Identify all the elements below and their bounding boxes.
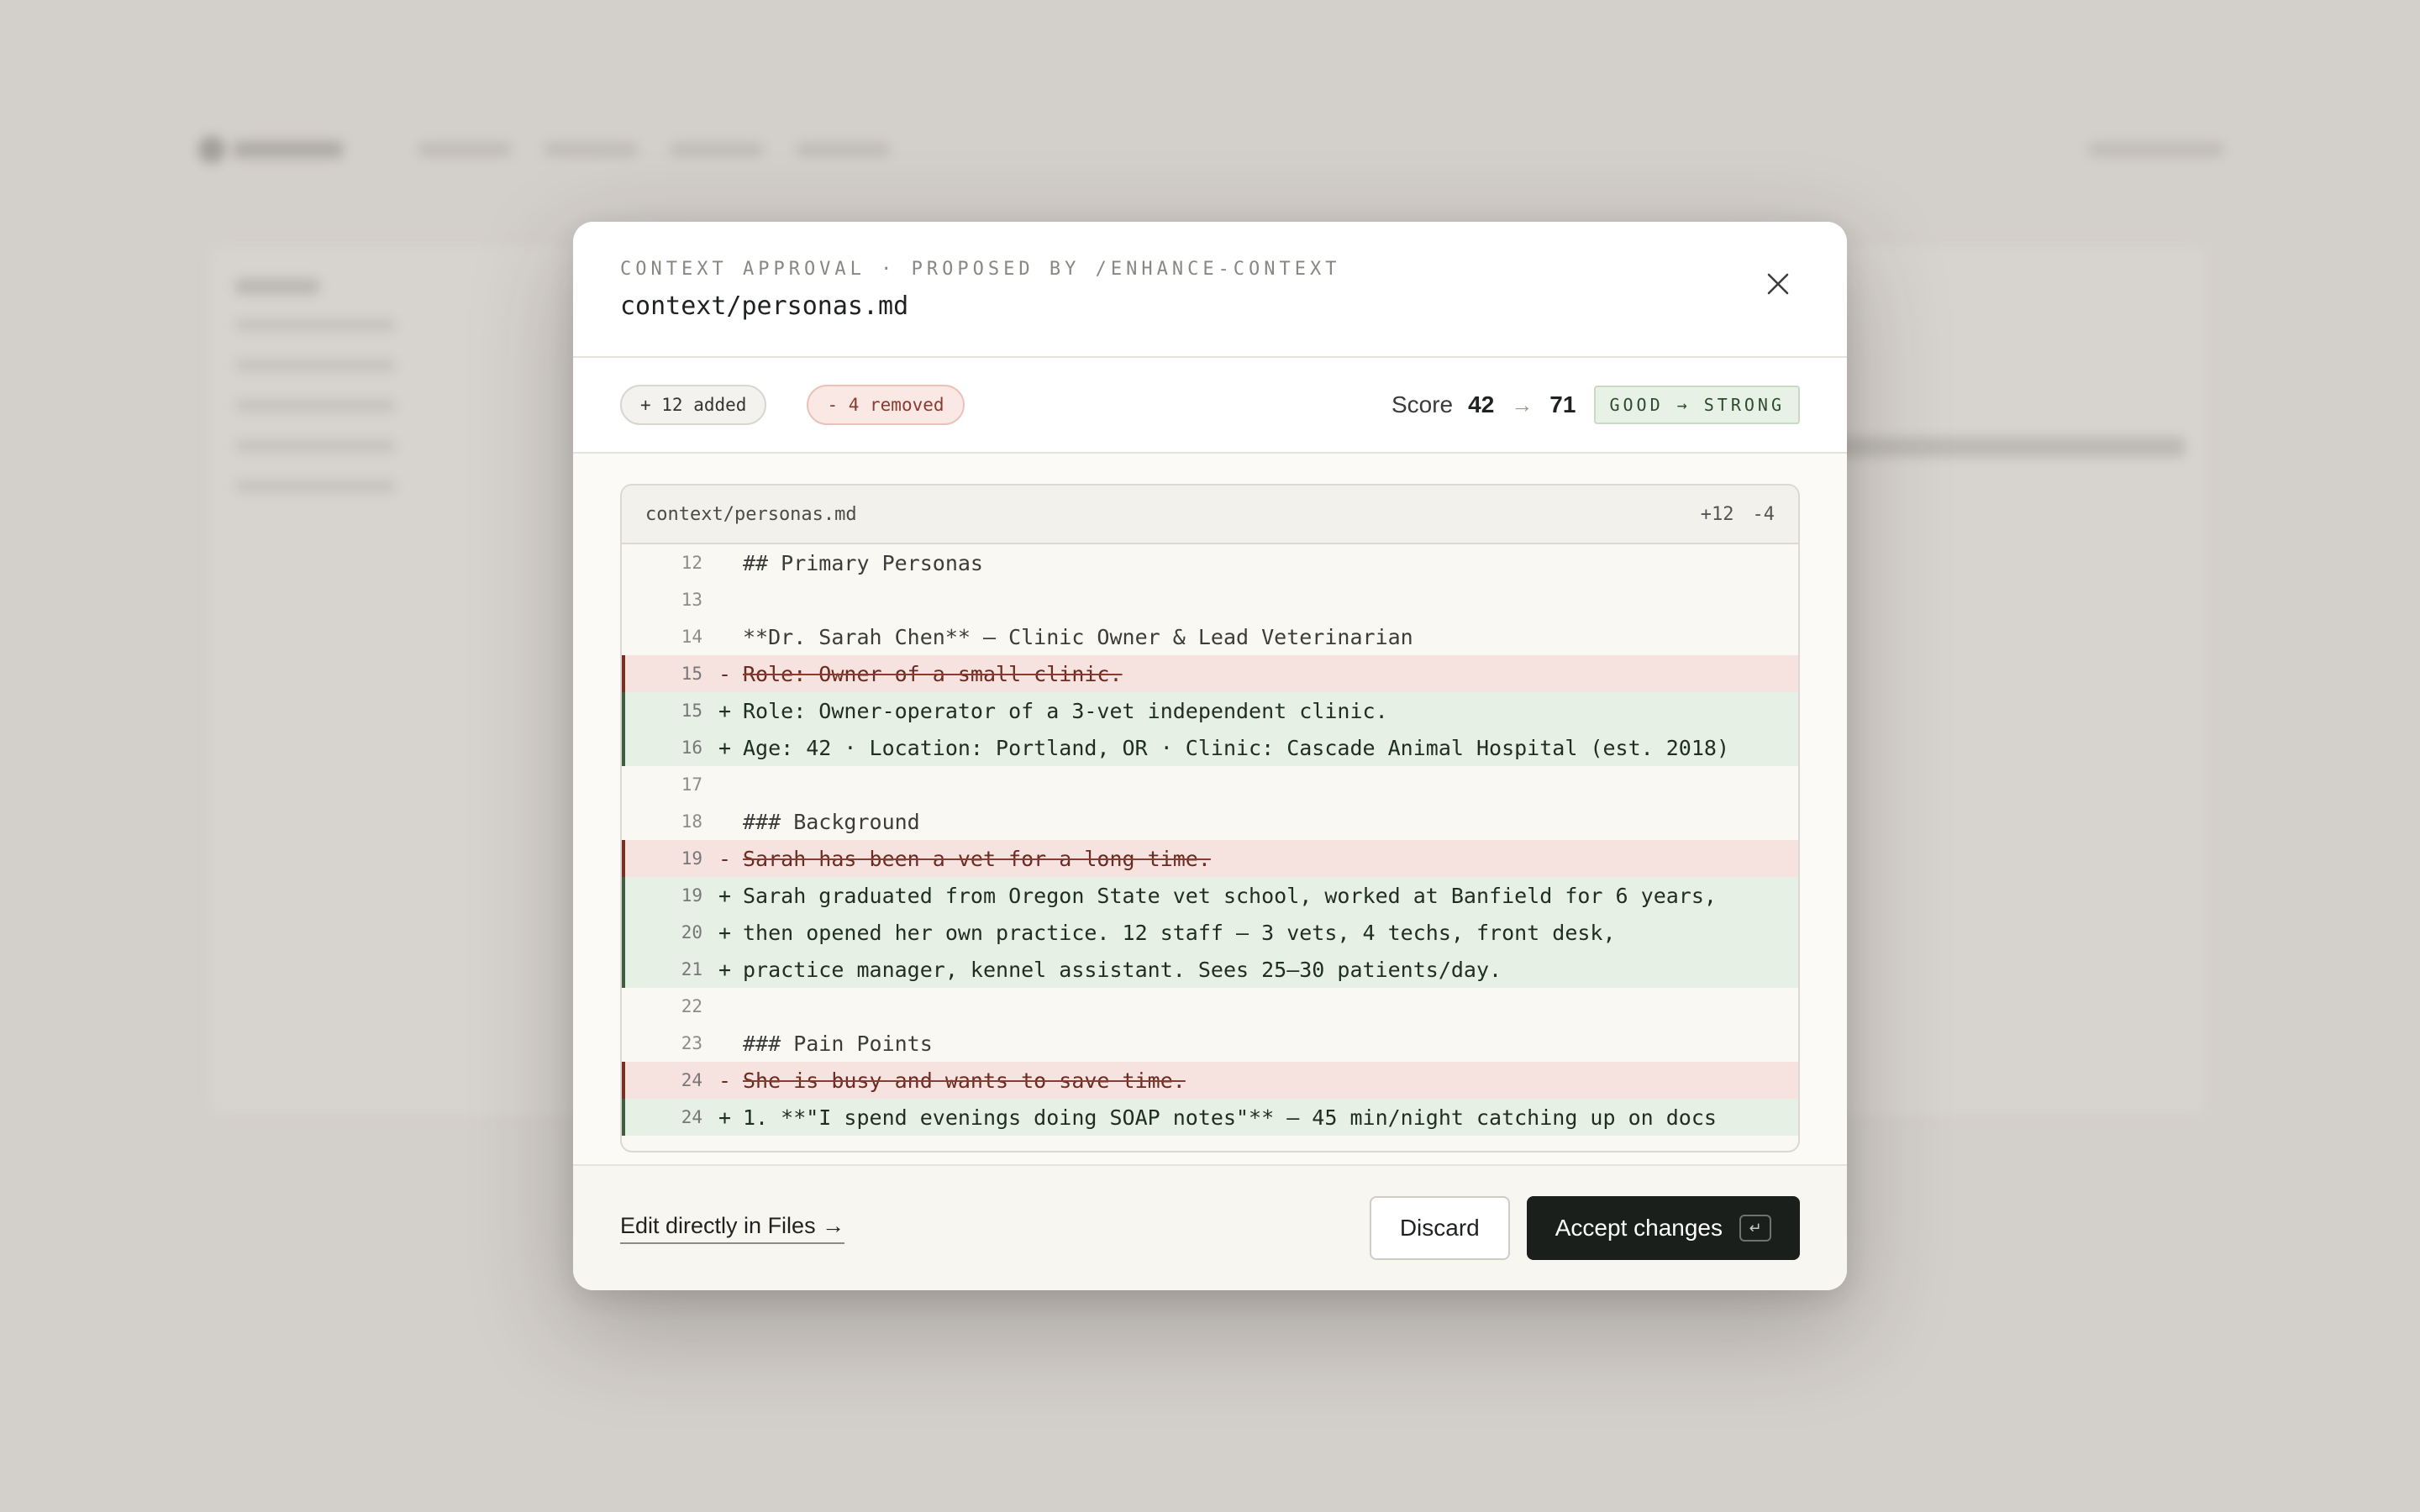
line-text: ### Pain Points xyxy=(743,1031,933,1056)
diff-line-context: 22 xyxy=(622,988,1798,1025)
line-number: 24 xyxy=(681,1070,702,1090)
diff-line-added: 24 +1. **"I spend evenings doing SOAP not… xyxy=(622,1099,1798,1136)
diff-view[interactable]: context/personas.md +12 -4 12 ## Primary… xyxy=(620,484,1800,1152)
diff-line-context: 23 ### Pain Points xyxy=(622,1025,1798,1062)
line-text: Role: Owner of a small clinic. xyxy=(743,661,1123,686)
footer-actions: Discard Accept changes ↵ xyxy=(1369,1196,1800,1260)
background-nav xyxy=(418,143,889,156)
score: Score 42 → 71 GOOD → STRONG xyxy=(1392,386,1800,424)
line-number: 23 xyxy=(681,1033,702,1053)
diff-line-removed: 15- Role: Owner of a small clinic. xyxy=(622,655,1798,692)
diff-line-added: 21 + practice manager, kennel assistant. S… xyxy=(622,951,1798,988)
modal-eyebrow: CONTEXT APPROVAL · PROPOSED BY /ENHANCE-… xyxy=(620,259,1341,280)
diff-line-context: 17 xyxy=(622,766,1798,803)
line-sign: - xyxy=(718,661,731,686)
line-number: 21 xyxy=(681,959,702,979)
modal-title: context/personas.md xyxy=(620,291,909,321)
stats-bar: + 12 added - 4 removed Score 42 → 71 GOO… xyxy=(573,358,1847,454)
line-number: 20 xyxy=(681,922,702,942)
modal-footer: Edit directly in Files → Discard Accept … xyxy=(573,1164,1847,1290)
line-text: Sarah graduated from Oregon State vet sc… xyxy=(743,883,1717,908)
line-sign xyxy=(702,625,731,649)
line-number: 12 xyxy=(681,553,702,573)
line-number: 17 xyxy=(681,774,702,795)
diff-line-added: 16 + Age: 42 · Location: Portland, OR · Cl… xyxy=(622,729,1798,766)
line-text: Sarah has been a vet for a long time. xyxy=(743,846,1211,871)
line-sign: + xyxy=(718,957,731,982)
line-number: 19 xyxy=(681,885,702,906)
line-number: 22 xyxy=(681,996,702,1016)
context-approval-modal: CONTEXT APPROVAL · PROPOSED BY /ENHANCE-… xyxy=(573,222,1847,1290)
line-text: practice manager, kennel assistant. Sees… xyxy=(743,957,1502,982)
diff-line-context: 13 xyxy=(622,581,1798,618)
line-number: 24 xyxy=(681,1107,702,1127)
diff-line-context: 14 **Dr. Sarah Chen** — Clinic Owner & L… xyxy=(622,618,1798,655)
line-text: She is busy and wants to save time. xyxy=(743,1068,1186,1093)
diff-minus-count: -4 xyxy=(1752,503,1776,525)
line-number: 13 xyxy=(681,590,702,610)
score-label: Score xyxy=(1391,391,1454,417)
diff-line-context: 12 ## Primary Personas xyxy=(622,544,1798,581)
line-sign xyxy=(702,551,731,575)
line-text: then opened her own practice. 12 staff —… xyxy=(743,920,1616,945)
score-to: 71 xyxy=(1549,391,1576,417)
score-from: 42 xyxy=(1468,391,1495,417)
removed-badge: - 4 removed xyxy=(807,385,965,425)
modal-header: CONTEXT APPROVAL · PROPOSED BY /ENHANCE-… xyxy=(573,222,1847,358)
diff-plus-count: +12 xyxy=(1700,503,1734,525)
background-user-menu xyxy=(2089,143,2223,156)
background-logo xyxy=(198,136,343,163)
line-sign: + xyxy=(718,1105,731,1130)
diff-line-context: 18 ### Background xyxy=(622,803,1798,840)
line-sign: - xyxy=(718,846,731,871)
line-number: 19 xyxy=(681,848,702,869)
grade-badge: GOOD → STRONG xyxy=(1594,386,1800,424)
close-button[interactable] xyxy=(1760,265,1797,302)
added-badge: + 12 added xyxy=(620,385,767,425)
line-number: 14 xyxy=(681,627,702,647)
line-text: ### Background xyxy=(743,809,920,834)
enter-key-icon: ↵ xyxy=(1739,1215,1771,1242)
diff-file-name: context/personas.md xyxy=(645,503,857,525)
diff-line-added: 20 + then opened her own practice. 12 staf… xyxy=(622,914,1798,951)
line-sign xyxy=(702,773,731,797)
background-header xyxy=(198,133,2223,166)
diff-header: context/personas.md +12 -4 xyxy=(622,486,1798,544)
line-text: **Dr. Sarah Chen** — Clinic Owner & Lead… xyxy=(743,624,1413,649)
edit-in-files-link[interactable]: Edit directly in Files → xyxy=(620,1213,845,1244)
score-arrow: → xyxy=(1511,391,1534,417)
line-sign xyxy=(702,810,731,834)
background-sidebar xyxy=(235,279,395,521)
line-sign: + xyxy=(718,883,731,908)
diff-line-added: 15 + Role: Owner-operator of a 3-vet indep… xyxy=(622,692,1798,729)
accept-label: Accept changes xyxy=(1555,1215,1723,1241)
diff-line-removed: 24- She is busy and wants to save time. xyxy=(622,1062,1798,1099)
line-sign xyxy=(702,1032,731,1056)
diff-line-removed: 19- Sarah has been a vet for a long time. xyxy=(622,840,1798,877)
line-text: Role: Owner-operator of a 3-vet independ… xyxy=(743,698,1388,723)
close-icon xyxy=(1767,273,1789,295)
line-number: 15 xyxy=(681,701,702,721)
line-number: 15 xyxy=(681,664,702,684)
line-sign: + xyxy=(718,698,731,723)
line-sign xyxy=(702,588,731,612)
line-sign: - xyxy=(718,1068,731,1093)
line-sign: + xyxy=(718,735,731,760)
diff-lines: 12 ## Primary Personas 13 14 **Dr. Sarah … xyxy=(622,544,1798,1136)
line-text: Age: 42 · Location: Portland, OR · Clini… xyxy=(743,735,1729,760)
discard-button[interactable]: Discard xyxy=(1369,1196,1510,1260)
line-sign: + xyxy=(718,920,731,945)
line-number: 16 xyxy=(681,738,702,758)
diff-line-added: 19 + Sarah graduated from Oregon State vet… xyxy=(622,877,1798,914)
line-text: ## Primary Personas xyxy=(743,550,983,575)
accept-changes-button[interactable]: Accept changes ↵ xyxy=(1526,1196,1800,1260)
line-sign xyxy=(702,995,731,1019)
line-text: 1. **"I spend evenings doing SOAP notes"… xyxy=(743,1105,1717,1130)
line-number: 18 xyxy=(681,811,702,832)
